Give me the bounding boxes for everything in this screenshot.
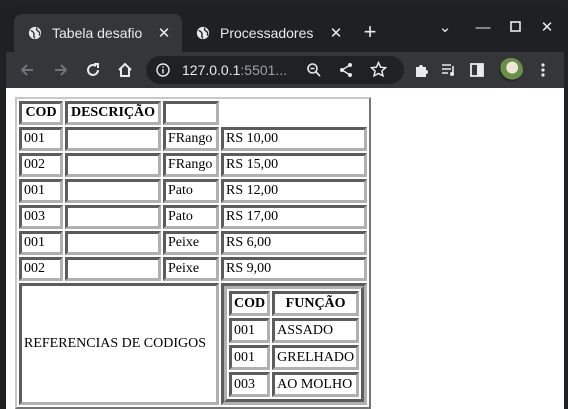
- cell-price: RS 9,00: [221, 257, 368, 281]
- table-row: 002 FRango RS 15,00: [19, 153, 368, 177]
- tab-processadores[interactable]: Processadores ✕: [182, 14, 354, 52]
- profile-avatar[interactable]: [499, 58, 523, 82]
- header-cod: COD: [19, 101, 63, 125]
- header-descricao: DESCRIÇÃO: [65, 101, 161, 125]
- url-rest: :5501...: [240, 62, 288, 78]
- close-window-button[interactable]: ✕: [536, 18, 558, 38]
- reference-table-cell: COD FUNÇÃO 001 ASSADO 001 GRELHADO 003 A…: [221, 283, 368, 405]
- cell-cod: 002: [19, 257, 63, 281]
- table-row: 001 Peixe RS 6,00: [19, 231, 368, 255]
- cell-desc: [65, 205, 161, 229]
- cell-price: RS 17,00: [221, 205, 368, 229]
- ref-header-cod: COD: [229, 291, 271, 316]
- header-blank: [163, 101, 219, 125]
- tab-title: Processadores: [220, 25, 314, 41]
- table-row: 001 Pato RS 12,00: [19, 179, 368, 203]
- ref-cell-funcao: AO MOLHO: [272, 372, 360, 397]
- cell-cod: 001: [19, 179, 63, 203]
- cell-desc: [65, 257, 161, 281]
- reference-header-row: COD FUNÇÃO: [229, 291, 360, 316]
- ref-cell-funcao: GRELHADO: [272, 345, 360, 370]
- cell-meat: FRango: [163, 153, 219, 177]
- reference-label: REFERENCIAS DE CODIGOS: [19, 283, 219, 405]
- ref-cell-cod: 003: [229, 372, 271, 397]
- side-panel-icon[interactable]: [466, 59, 488, 81]
- cell-meat: FRango: [163, 127, 219, 151]
- cell-meat: Pato: [163, 179, 219, 203]
- ref-cell-cod: 001: [229, 318, 271, 343]
- cell-desc: [65, 231, 161, 255]
- reference-row: REFERENCIAS DE CODIGOS COD FUNÇÃO 001 AS…: [19, 283, 368, 405]
- toolbar: 127.0.0.1:5501...: [6, 52, 564, 88]
- tab-strip: Tabela desafio ✕ Processadores ✕ + ⌄ — ✕: [6, 6, 564, 52]
- reference-row-item: 001 ASSADO: [229, 318, 360, 343]
- tab-tabela-desafio[interactable]: Tabela desafio ✕: [14, 14, 182, 52]
- cell-cod: 003: [19, 205, 63, 229]
- cell-price: RS 10,00: [221, 127, 368, 151]
- close-tab-icon[interactable]: ✕: [326, 24, 346, 42]
- maximize-button[interactable]: [504, 18, 526, 38]
- minimize-button[interactable]: —: [472, 18, 494, 38]
- reference-table: COD FUNÇÃO 001 ASSADO 001 GRELHADO 003 A…: [224, 286, 365, 402]
- forward-icon[interactable]: [50, 59, 72, 81]
- close-tab-icon[interactable]: ✕: [154, 24, 174, 42]
- cell-cod: 002: [19, 153, 63, 177]
- cell-meat: Peixe: [163, 231, 219, 255]
- new-tab-button[interactable]: +: [358, 21, 382, 43]
- browser-window: Tabela desafio ✕ Processadores ✕ + ⌄ — ✕: [6, 6, 564, 409]
- table-row: 002 Peixe RS 9,00: [19, 257, 368, 281]
- reference-row-item: 003 AO MOLHO: [229, 372, 360, 397]
- cell-price: RS 15,00: [221, 153, 368, 177]
- products-table: COD DESCRIÇÃO 001 FRango RS 10,00 002 FR…: [15, 97, 372, 409]
- bookmark-star-icon[interactable]: [370, 61, 387, 78]
- globe-icon: [196, 26, 210, 40]
- info-icon[interactable]: [156, 63, 170, 77]
- globe-icon: [28, 26, 42, 40]
- cell-desc: [65, 153, 161, 177]
- back-icon[interactable]: [16, 59, 38, 81]
- media-control-icon[interactable]: [438, 59, 460, 81]
- zoom-icon[interactable]: [306, 62, 322, 78]
- ref-cell-funcao: ASSADO: [272, 318, 360, 343]
- tab-title: Tabela desafio: [52, 25, 143, 41]
- cell-desc: [65, 127, 161, 151]
- table-header-row: COD DESCRIÇÃO: [19, 101, 367, 125]
- reload-icon[interactable]: [82, 59, 104, 81]
- reference-row-item: 001 GRELHADO: [229, 345, 360, 370]
- cell-price: RS 12,00: [221, 179, 368, 203]
- cell-meat: Peixe: [163, 257, 219, 281]
- address-bar[interactable]: 127.0.0.1:5501...: [146, 56, 404, 84]
- menu-kebab-icon[interactable]: [532, 59, 554, 81]
- cell-cod: 001: [19, 231, 63, 255]
- cell-price: RS 6,00: [221, 231, 368, 255]
- extensions-icon[interactable]: [410, 59, 432, 81]
- ref-cell-cod: 001: [229, 345, 271, 370]
- home-icon[interactable]: [114, 59, 136, 81]
- cell-desc: [65, 179, 161, 203]
- table-row: 003 Pato RS 17,00: [19, 205, 368, 229]
- url-text[interactable]: 127.0.0.1:5501...: [182, 62, 287, 78]
- tab-search-icon[interactable]: ⌄: [434, 18, 456, 38]
- url-host: 127.0.0.1: [182, 62, 241, 78]
- cell-cod: 001: [19, 127, 63, 151]
- table-row: 001 FRango RS 10,00: [19, 127, 368, 151]
- share-icon[interactable]: [338, 62, 354, 78]
- ref-header-funcao: FUNÇÃO: [272, 291, 360, 316]
- page-content: COD DESCRIÇÃO 001 FRango RS 10,00 002 FR…: [6, 88, 564, 409]
- cell-meat: Pato: [163, 205, 219, 229]
